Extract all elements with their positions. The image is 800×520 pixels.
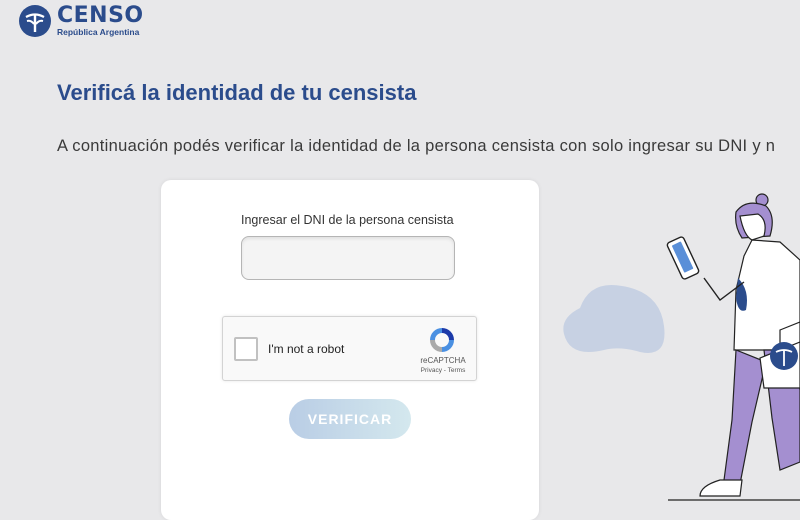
recaptcha-label: I'm not a robot	[268, 342, 345, 356]
dni-input[interactable]	[241, 236, 455, 280]
logo-title: CENSO	[57, 3, 144, 29]
recaptcha-brand: reCAPTCHA	[420, 356, 466, 365]
verification-card: Ingresar el DNI de la persona censista I…	[161, 180, 539, 520]
recaptcha-widget: I'm not a robot reCAPTCHA Privacy - Term…	[222, 316, 477, 381]
recaptcha-checkbox[interactable]	[234, 337, 258, 361]
decorative-blob	[563, 284, 665, 353]
person-illustration	[666, 193, 800, 501]
recaptcha-links[interactable]: Privacy - Terms	[403, 367, 483, 374]
censo-logo[interactable]: CENSO República Argentina	[18, 4, 144, 38]
dni-label: Ingresar el DNI de la persona censista	[241, 213, 454, 227]
page-title: Verificá la identidad de tu censista	[57, 80, 417, 105]
verify-button[interactable]: VERIFICAR	[289, 399, 411, 439]
recaptcha-icon	[430, 328, 454, 352]
logo-subtitle: República Argentina	[57, 27, 140, 38]
censo-logo-icon	[19, 5, 51, 37]
intro-text: A continuación podés verificar la identi…	[57, 137, 776, 155]
